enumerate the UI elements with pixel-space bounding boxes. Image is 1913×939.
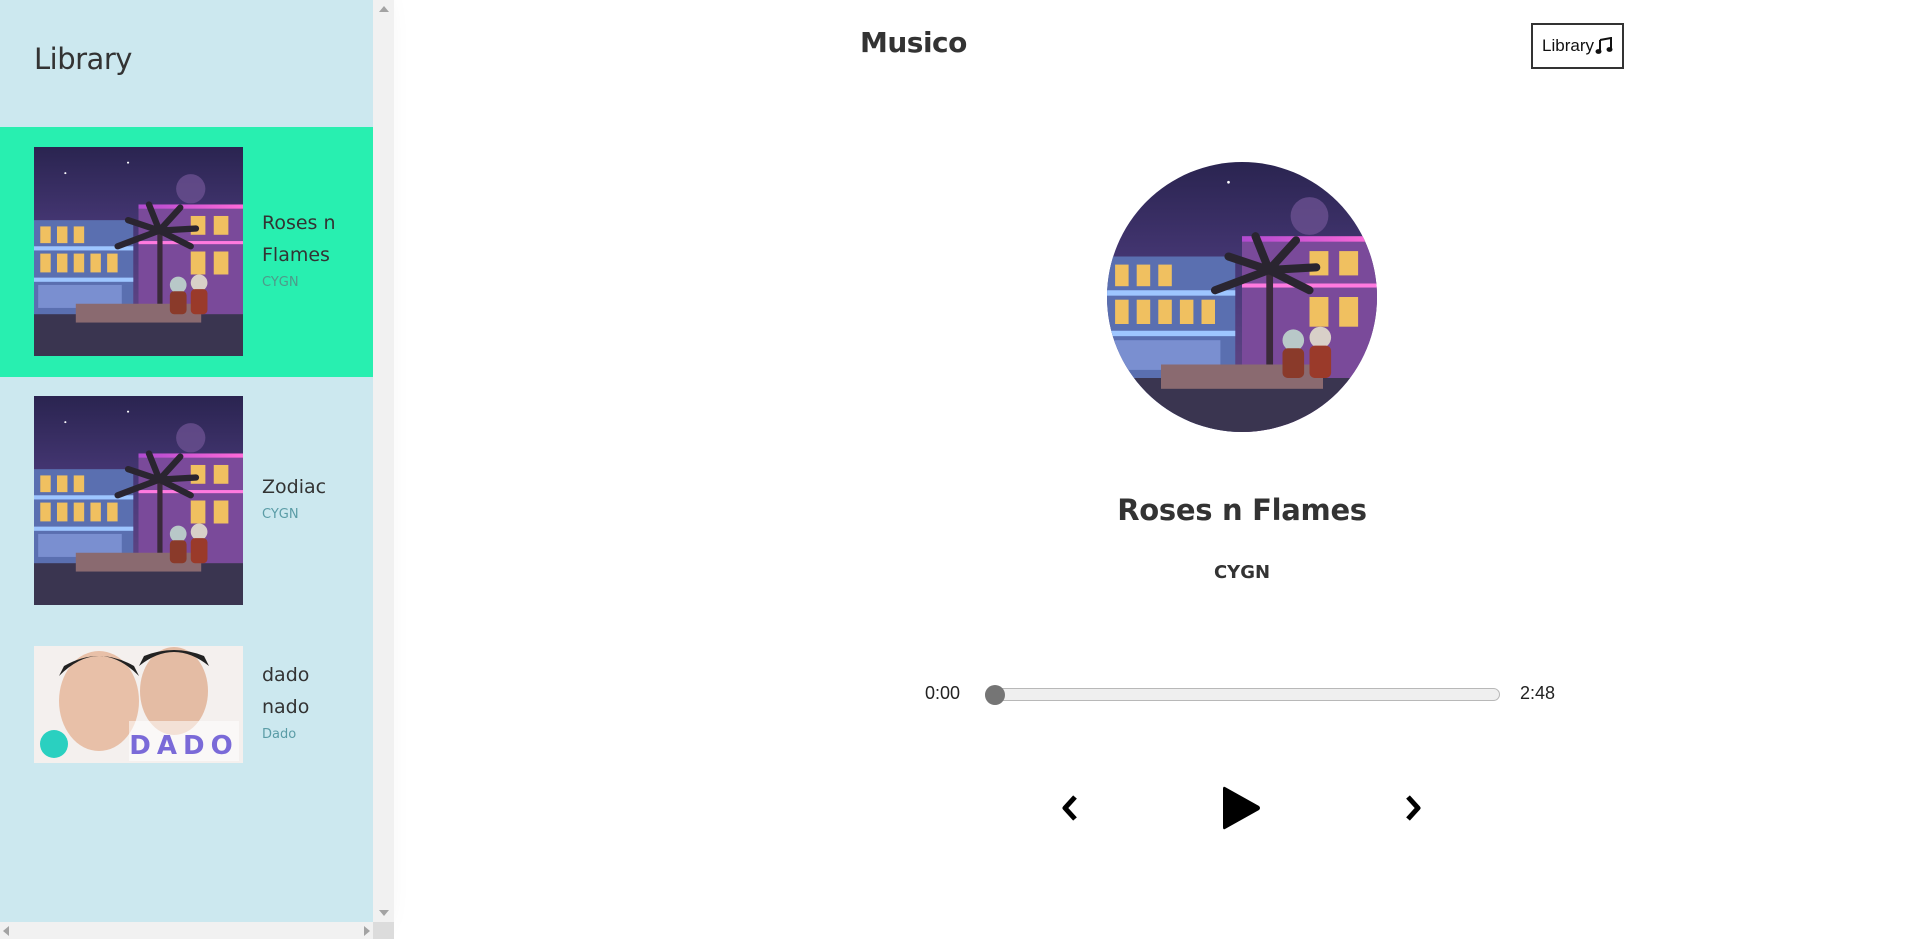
app-brand: Musico: [860, 26, 967, 59]
play-button[interactable]: [1218, 783, 1264, 833]
song-info: Zodiac CYGN: [262, 471, 362, 522]
library-toggle-button[interactable]: Library: [1531, 23, 1624, 69]
scroll-right-icon[interactable]: [364, 926, 370, 936]
library-song-item[interactable]: Roses n Flames CYGN: [0, 127, 373, 377]
library-button-label: Library: [1542, 36, 1594, 55]
duration: 2:48: [1520, 683, 1556, 703]
library-song-item[interactable]: Zodiac CYGN: [0, 377, 373, 627]
song-artist: CYGN: [262, 275, 299, 290]
song-cover-image: [34, 147, 243, 356]
seek-handle[interactable]: [985, 685, 1005, 705]
song-artist: CYGN: [262, 507, 299, 522]
seek-slider[interactable]: [985, 685, 1500, 705]
song-name: Roses n Flames: [262, 212, 336, 266]
play-icon: [1223, 786, 1260, 830]
scroll-left-icon[interactable]: [3, 926, 9, 936]
song-name: Zodiac: [262, 476, 327, 498]
music-note-icon: [1595, 37, 1613, 54]
now-playing-artist: CYGN: [1213, 562, 1271, 583]
scrollbar-corner: [373, 922, 394, 939]
now-playing-title: Roses n Flames: [1117, 493, 1367, 527]
current-time: 0:00: [925, 683, 961, 703]
horizontal-scrollbar[interactable]: [0, 922, 373, 939]
skip-back-button[interactable]: [1055, 793, 1085, 823]
song-cover-image: [34, 396, 243, 605]
song-cover-image: DADO: [34, 646, 243, 763]
song-artist: Dado: [262, 727, 297, 742]
now-playing-cover: [1107, 162, 1377, 432]
chevron-left-icon: [1062, 795, 1077, 821]
library-title: Library: [34, 42, 132, 76]
chevron-right-icon: [1406, 795, 1421, 821]
song-name: dado nado: [262, 664, 310, 718]
scroll-up-icon[interactable]: [379, 6, 389, 12]
library-panel: Library Roses n Flames CYGN Zodiac CYGN: [0, 0, 373, 922]
song-info: dado nado Dado: [262, 659, 362, 742]
vertical-scrollbar[interactable]: [373, 0, 394, 922]
library-song-item[interactable]: DADO dado nado Dado: [0, 627, 373, 877]
scroll-down-icon[interactable]: [379, 910, 389, 916]
svg-text:DADO: DADO: [129, 731, 238, 761]
skip-forward-button[interactable]: [1398, 793, 1428, 823]
song-info: Roses n Flames CYGN: [262, 207, 362, 290]
